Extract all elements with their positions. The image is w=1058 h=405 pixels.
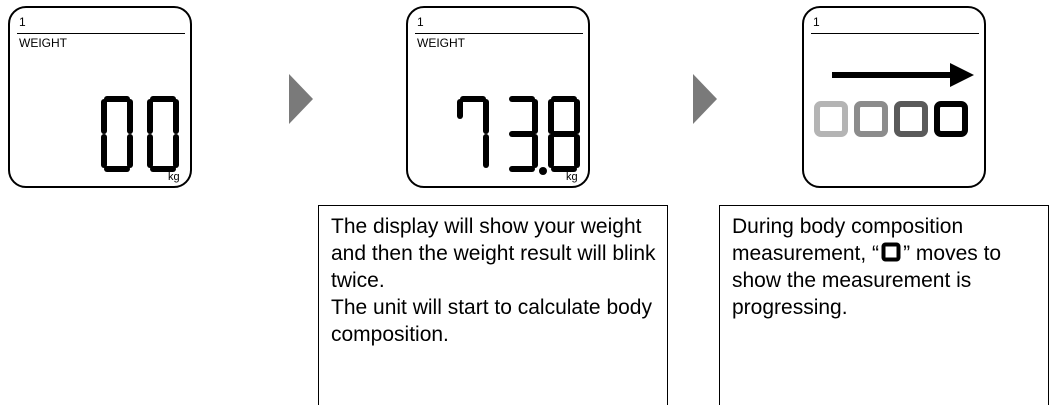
display-panel-weight: 1 WEIGHT kg [406,6,590,188]
weight-reading-digits [457,96,580,175]
progress-segment-icon [881,242,901,262]
note-weight-line-1: The display will show your weight and th… [331,215,656,292]
note-weight-display: The display will show your weight and th… [318,205,668,405]
note-weight-line-2: The unit will start to calculate body co… [331,296,652,346]
weight-reading-digits [101,96,179,172]
display-panel-progress: 1 [802,6,986,188]
triangle-right-icon [693,74,717,124]
progress-indicator [814,63,974,137]
note-progress-text: During body composition measurement, “” … [732,213,1040,321]
triangle-right-icon [289,74,313,124]
unit-label: kg [566,171,578,183]
note-progress: During body composition measurement, “” … [719,205,1049,405]
display-panel-initial: 1 WEIGHT kg [8,6,192,188]
unit-label: kg [168,171,180,183]
